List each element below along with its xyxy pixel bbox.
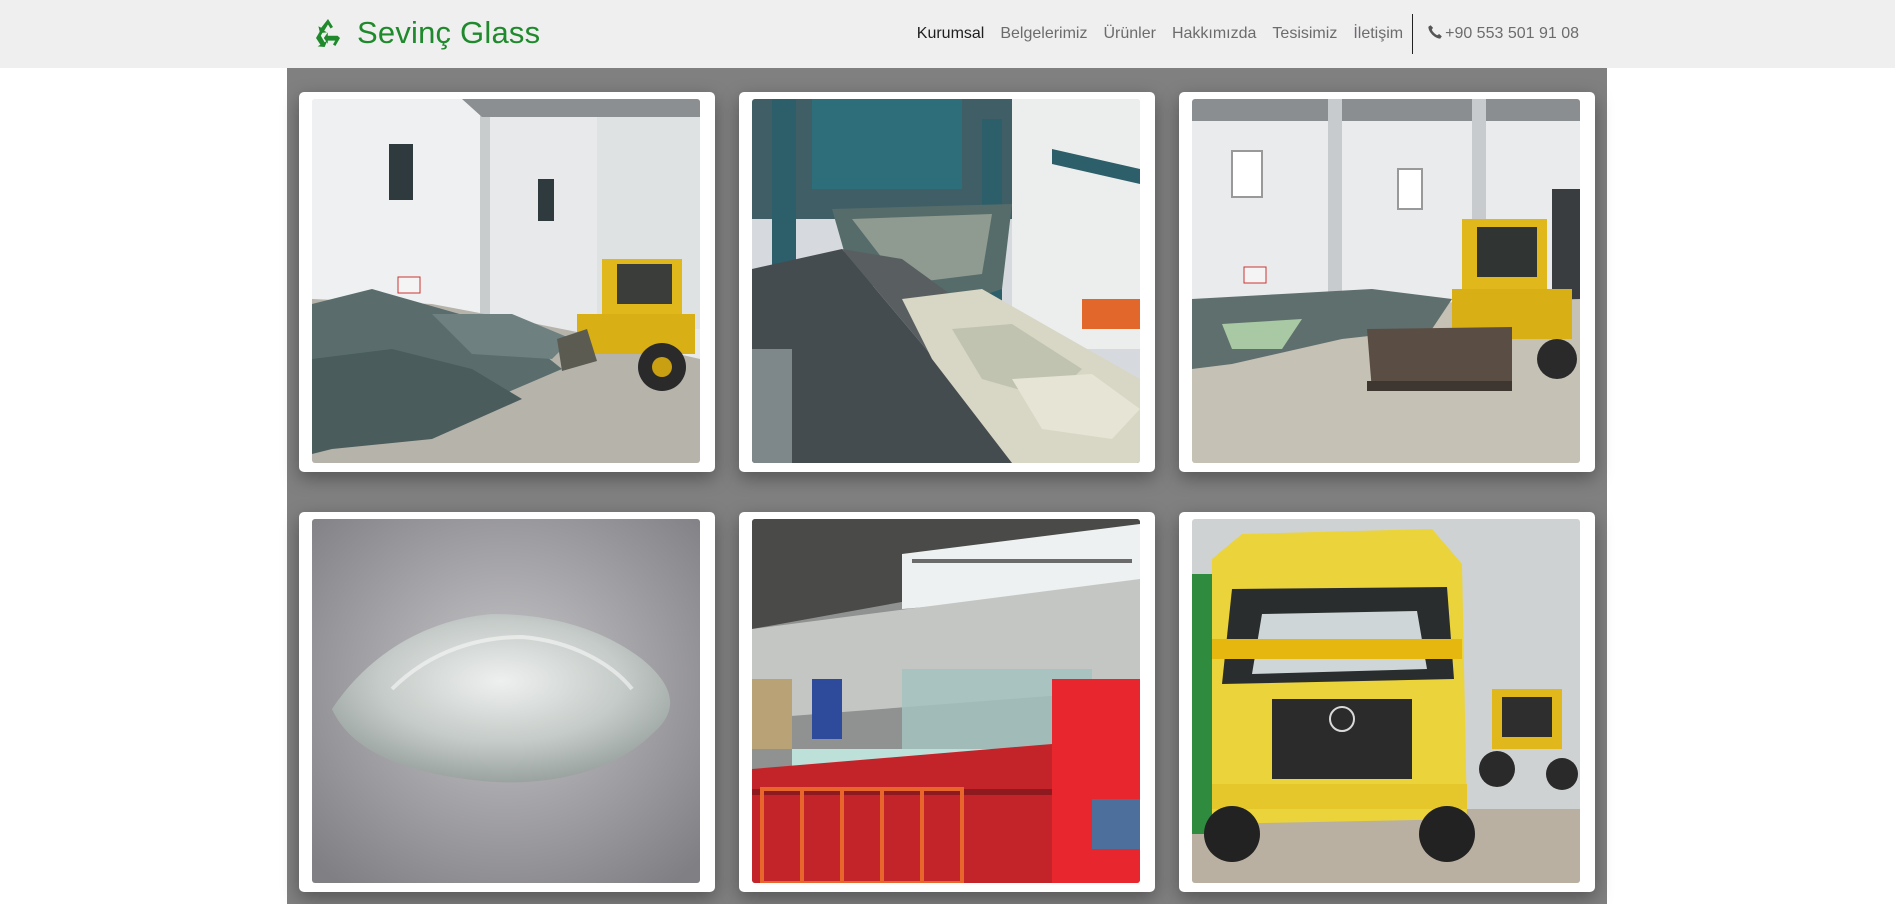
nav-item-belgelerimiz[interactable]: Belgelerimiz — [1000, 25, 1087, 43]
gallery-card[interactable] — [299, 92, 715, 472]
recycle-icon — [311, 16, 357, 50]
gallery-photo-warehouse-backhoe — [1192, 99, 1580, 463]
gallery-photo-conveyor-belt — [752, 99, 1140, 463]
nav-item-urunler[interactable]: Ürünler — [1103, 25, 1155, 43]
photo-gallery — [287, 68, 1607, 904]
gallery-card[interactable] — [739, 92, 1155, 472]
gallery-card[interactable] — [739, 512, 1155, 892]
gallery-card[interactable] — [299, 512, 715, 892]
gallery-photo-crushed-glass — [312, 519, 700, 883]
brand-name: Sevinç Glass — [357, 15, 541, 50]
nav-item-hakkimizda[interactable]: Hakkımızda — [1172, 25, 1256, 43]
main-nav: Kurumsal Belgelerimiz Ürünler Hakkımızda… — [901, 0, 1579, 68]
navbar: Sevinç Glass Kurumsal Belgelerimiz Ürünl… — [0, 0, 1895, 68]
phone-link[interactable]: +90 553 501 91 08 — [1427, 24, 1579, 45]
phone-icon — [1427, 24, 1445, 45]
nav-item-tesisimiz[interactable]: Tesisimiz — [1272, 25, 1337, 43]
gallery-photo-red-truck-glass — [752, 519, 1140, 883]
gallery-card[interactable] — [1179, 92, 1595, 472]
nav-item-iletisim[interactable]: İletişim — [1353, 25, 1403, 43]
nav-item-kurumsal[interactable]: Kurumsal — [917, 25, 985, 43]
phone-number: +90 553 501 91 08 — [1445, 25, 1579, 42]
nav-divider — [1412, 14, 1414, 54]
brand-link[interactable]: Sevinç Glass — [311, 12, 540, 54]
gallery-photo-warehouse-glass-pile — [312, 99, 700, 463]
gallery-card[interactable] — [1179, 512, 1595, 892]
gallery-photo-yellow-truck — [1192, 519, 1580, 883]
